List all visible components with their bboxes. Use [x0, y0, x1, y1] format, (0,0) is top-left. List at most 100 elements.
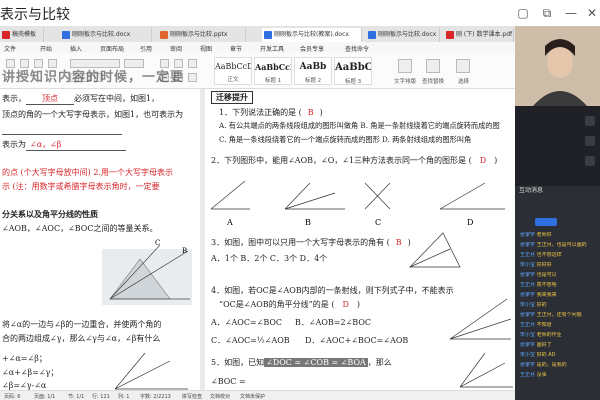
side-tool-icon[interactable] [585, 116, 595, 126]
chat-message: 宋小宝 老师的作业 [520, 332, 562, 338]
chat-message: 张家宇 画好了 [520, 342, 552, 348]
chat-message: 宋小宝 好的 [520, 302, 547, 308]
note-icon[interactable]: ▢ [516, 6, 530, 20]
chat-message: 王正月 不知道 [520, 322, 552, 328]
menu-item[interactable]: 文件 [4, 44, 16, 53]
left-line-9: +∠α=∠β； [2, 354, 47, 363]
fig-label-c: C [375, 218, 381, 227]
style-normal[interactable]: AaBbCcDd 正文 [214, 57, 252, 85]
menu-item[interactable]: 章节 [230, 44, 242, 53]
chat-message: 王正月 真不想哈 [520, 282, 557, 288]
left-line-5: 示 (注：用数字或希腊字母表示角时，一定要 [2, 182, 160, 191]
menu-item[interactable]: 视图 [200, 44, 212, 53]
left-line-10: ∠α+∠β=∠γ； [2, 368, 59, 377]
left-line-8: 合的两边组成∠γ，那么∠γ与∠α，∠β有什么 [2, 334, 161, 343]
question-1-option-ab: A. 有公共端点的两条线段组成的图形叫做角 B. 角是一条射线绕着它的端点旋转而… [219, 121, 500, 130]
left-line-underline [2, 125, 122, 135]
menu-bar: 文件 开始 插入 页面布局 引用 审阅 视图 章节 开发工具 会员专享 查找命令 [0, 42, 515, 53]
section-heading: 分关系以及角平分线的性质 [2, 210, 98, 219]
text-layout-icon[interactable] [398, 59, 412, 73]
doc-type-icon [62, 31, 70, 39]
angle-figure [114, 352, 188, 390]
status-item: 页面: 1/1 [34, 394, 56, 400]
menu-item[interactable]: 开发工具 [260, 44, 284, 53]
menu-item[interactable]: 审阅 [170, 44, 182, 53]
left-line-11: ∠β=∠γ-∠α [2, 381, 47, 390]
teacher-camera [515, 26, 600, 106]
left-line-3: 表示为 ∠α，∠β [2, 139, 126, 151]
question-3: 3．如图，图中可以只用一个大写字母表示的角有 (B) [211, 238, 411, 247]
side-tool-icon[interactable] [585, 136, 595, 146]
style-heading2[interactable]: AaBb 标题 2 [294, 57, 332, 85]
subtitle-overlay: 讲授知识内容的时候，一定要 [2, 70, 185, 85]
style-heading1[interactable]: AaBbCcDd 标题 1 [254, 57, 292, 85]
status-item: 列: 1 [118, 394, 130, 400]
chat-message: 张家宇 老师好 [520, 232, 552, 238]
question-2-figures: A B C D [210, 180, 505, 227]
question-4-option-d: D．∠AOC+∠BOC=∠AOB [305, 336, 409, 345]
status-item[interactable]: 拼写检查 [182, 393, 202, 400]
chat-message: 张家宇 我来我来 [520, 292, 557, 298]
chat-message: 张家宇 是的，是我的 [520, 362, 567, 368]
status-item: 页码: 6 [4, 394, 21, 400]
tab-1[interactable]: 刚刚板示与比较.docx [60, 28, 152, 42]
status-item: 节: 1/1 [68, 394, 85, 400]
style-heading3[interactable]: AaBbC 标题 3 [334, 57, 372, 85]
select-icon[interactable] [456, 59, 470, 73]
document-area: 表示， 顶点 必须写在中间，如图1， 顶点的角的一个大写字母表示，如图1，也可表示为… [0, 89, 515, 390]
tab-5[interactable]: 刚 (下) 数学课本.pdf [444, 28, 514, 42]
fig-label-d: D [467, 218, 473, 227]
chat-message: 张家宇 王正月，也是可以画的 [520, 242, 587, 248]
status-item: 字数: 2/2213 [140, 394, 171, 400]
left-line-7: 将∠α的一边与∠β的一边重合，并使两个角的 [2, 320, 162, 329]
menu-item[interactable]: 开始 [40, 44, 52, 53]
tab-3[interactable]: 刚刚板示与比较(教案).docx [262, 28, 362, 42]
question-4-figure [449, 298, 512, 340]
close-icon[interactable]: ✕ [585, 6, 599, 20]
chat-message: 王正月 也不想这样 [520, 252, 562, 258]
question-5-figure [459, 352, 513, 388]
question-1-option-cd: C. 角是一条线段绕着它的一个端点旋转而成的图形 D. 两条射线组成的图形叫角 [219, 135, 472, 144]
side-tool-icon[interactable] [585, 156, 595, 166]
question-3-options: A．1个 B．2个 C．3个 D．4个 [211, 254, 328, 263]
status-item: 文档未保护 [240, 394, 266, 400]
status-item: 行: 121 [92, 394, 110, 400]
question-2: 2．下列图形中，能用∠AOB，∠O，∠1三种方法表示同一个角的图形是 (D) [211, 156, 498, 165]
chat-message: 张家宇 王正月，还有个问题 [520, 312, 582, 318]
align-right-icon[interactable] [188, 73, 197, 82]
svg-text:C: C [155, 239, 160, 247]
pip-icon[interactable]: ⧉ [540, 6, 554, 20]
menu-item[interactable]: 会员专享 [300, 44, 324, 53]
chat-filter-button[interactable] [535, 218, 557, 226]
menu-item[interactable]: 查找命令 [345, 44, 369, 53]
doc-type-icon [264, 31, 272, 39]
tab-0[interactable]: 稿壳模板 [0, 28, 44, 42]
chat-header: 互动消息 [515, 186, 600, 196]
question-1: 1．下列说法正确的是 (B) [219, 108, 323, 117]
ribbon-label: 文字排版 [394, 79, 417, 85]
chat-message: 宋小宝 好好好 [520, 262, 552, 268]
question-3-figure [409, 232, 461, 268]
find-replace-icon[interactable] [426, 59, 440, 73]
status-item[interactable]: 文档校对 [210, 393, 230, 400]
question-5: 5．如图，已知 ∠DOC = ∠COB = ∠BOA ，那么 [211, 358, 392, 367]
chat-message: 王正月 没事 [520, 372, 547, 378]
doc-type-icon [160, 31, 168, 39]
doc-type-icon [2, 31, 10, 39]
left-page: 表示， 顶点 必须写在中间，如图1， 顶点的角的一个大写字母表示，如图1，也可表示为… [0, 89, 200, 390]
document-tab-bar: 稿壳模板 刚刚板示与比较.docx 刚刚板示与比较.pptx 刚刚板示与比较(教… [0, 26, 515, 42]
lesson-title: 表示与比较 [0, 7, 70, 23]
status-bar: 页码: 6 页面: 1/1 节: 1/1 行: 121 列: 1 字数: 2/2… [0, 390, 515, 400]
chat-list: 张家宇 老师好 张家宇 王正月，也是可以画的 王正月 也不想这样 宋小宝 好好好… [515, 196, 600, 400]
left-line-4: 的点 (个大写字母放中间) 2.用一个大写字母表示 [2, 168, 173, 177]
tab-2[interactable]: 刚刚板示与比较.pptx [158, 28, 246, 42]
ribbon-label: 查找替换 [422, 79, 445, 85]
tab-4[interactable]: 刚刚板示与比较.docx [366, 28, 440, 42]
left-line-1: 表示， 顶点 必须写在中间，如图1， [2, 94, 160, 105]
minimize-icon[interactable]: — [564, 6, 578, 20]
indent-icon[interactable] [188, 59, 197, 68]
menu-item[interactable]: 插入 [70, 44, 82, 53]
menu-item[interactable]: 引用 [140, 44, 152, 53]
menu-item[interactable]: 页面布局 [100, 44, 124, 53]
question-4-line-2: “OC是∠AOB的角平分线”的是 (D) [219, 300, 360, 309]
